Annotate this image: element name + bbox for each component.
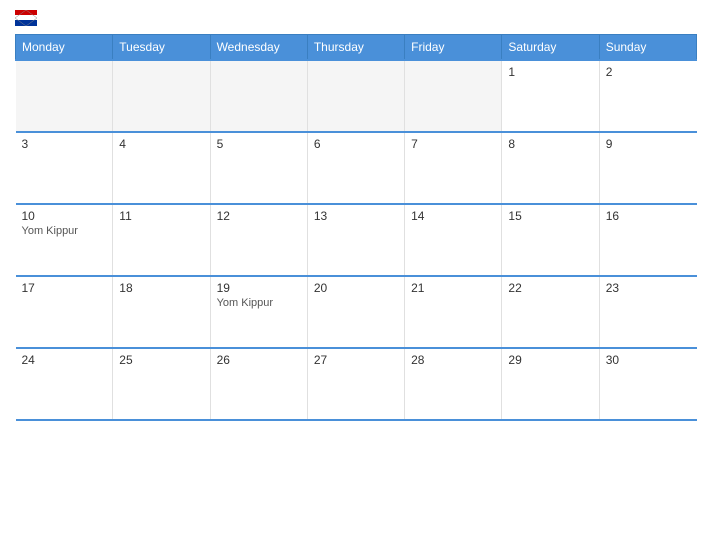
day-number: 9: [606, 137, 691, 151]
calendar-cell: [210, 60, 307, 132]
day-number: 27: [314, 353, 398, 367]
day-number: 19: [217, 281, 301, 295]
calendar-cell: 9: [599, 132, 696, 204]
calendar-cell: 15: [502, 204, 599, 276]
calendar-cell: 29: [502, 348, 599, 420]
logo-icon: [15, 10, 37, 26]
day-number: 7: [411, 137, 495, 151]
calendar-cell: 27: [307, 348, 404, 420]
weekday-header-sunday: Sunday: [599, 35, 696, 61]
day-number: 20: [314, 281, 398, 295]
weekday-header-friday: Friday: [405, 35, 502, 61]
calendar-cell: 7: [405, 132, 502, 204]
calendar-table: MondayTuesdayWednesdayThursdayFridaySatu…: [15, 34, 697, 421]
day-number: 5: [217, 137, 301, 151]
calendar-cell: 22: [502, 276, 599, 348]
calendar-cell: 12: [210, 204, 307, 276]
calendar-cell: [16, 60, 113, 132]
day-number: 8: [508, 137, 592, 151]
calendar-week-row: 3456789: [16, 132, 697, 204]
calendar-cell: 13: [307, 204, 404, 276]
day-number: 22: [508, 281, 592, 295]
day-number: 29: [508, 353, 592, 367]
day-number: 1: [508, 65, 592, 79]
calendar-cell: 17: [16, 276, 113, 348]
calendar-week-row: 10 Yom Kippur 11 12 13 14 15 16: [16, 204, 697, 276]
day-number: 4: [119, 137, 203, 151]
calendar-cell: 14: [405, 204, 502, 276]
weekday-header-row: MondayTuesdayWednesdayThursdayFridaySatu…: [16, 35, 697, 61]
calendar-cell: [405, 60, 502, 132]
calendar-cell: 19 Yom Kippur: [210, 276, 307, 348]
day-number: 3: [22, 137, 107, 151]
calendar-cell: 20: [307, 276, 404, 348]
calendar-cell: 11: [113, 204, 210, 276]
calendar-cell: 2: [599, 60, 696, 132]
calendar-cell: 23: [599, 276, 696, 348]
day-number: 14: [411, 209, 495, 223]
day-number: 10: [22, 209, 107, 223]
calendar-cell: 10 Yom Kippur: [16, 204, 113, 276]
calendar-cell: [113, 60, 210, 132]
day-number: 15: [508, 209, 592, 223]
header: [15, 10, 697, 26]
day-number: 11: [119, 209, 203, 223]
day-number: 23: [606, 281, 691, 295]
weekday-header-tuesday: Tuesday: [113, 35, 210, 61]
day-number: 2: [606, 65, 691, 79]
calendar-cell: 6: [307, 132, 404, 204]
calendar-cell: 28: [405, 348, 502, 420]
calendar-cell: 26: [210, 348, 307, 420]
calendar-week-row: 12: [16, 60, 697, 132]
day-number: 30: [606, 353, 691, 367]
page: MondayTuesdayWednesdayThursdayFridaySatu…: [0, 0, 712, 550]
day-number: 21: [411, 281, 495, 295]
day-number: 17: [22, 281, 107, 295]
weekday-header-monday: Monday: [16, 35, 113, 61]
logo: [15, 10, 45, 26]
calendar-cell: 24: [16, 348, 113, 420]
weekday-header-saturday: Saturday: [502, 35, 599, 61]
calendar-cell: 1: [502, 60, 599, 132]
day-number: 18: [119, 281, 203, 295]
weekday-header-wednesday: Wednesday: [210, 35, 307, 61]
day-number: 12: [217, 209, 301, 223]
calendar-week-row: 24 25 26 27 28 29 30: [16, 348, 697, 420]
calendar-cell: 21: [405, 276, 502, 348]
day-number: 13: [314, 209, 398, 223]
calendar-cell: 8: [502, 132, 599, 204]
calendar-cell: 4: [113, 132, 210, 204]
day-event: Yom Kippur: [22, 225, 78, 237]
day-number: 24: [22, 353, 107, 367]
calendar-cell: 18: [113, 276, 210, 348]
day-number: 28: [411, 353, 495, 367]
day-number: 16: [606, 209, 691, 223]
day-number: 26: [217, 353, 301, 367]
day-number: 6: [314, 137, 398, 151]
calendar-cell: 5: [210, 132, 307, 204]
calendar-cell: 25: [113, 348, 210, 420]
day-event: Yom Kippur: [217, 297, 273, 309]
calendar-cell: 3: [16, 132, 113, 204]
weekday-header-thursday: Thursday: [307, 35, 404, 61]
calendar-cell: 30: [599, 348, 696, 420]
calendar-cell: [307, 60, 404, 132]
day-number: 25: [119, 353, 203, 367]
calendar-week-row: 17 18 19 Yom Kippur 20 21 22 23: [16, 276, 697, 348]
calendar-cell: 16: [599, 204, 696, 276]
